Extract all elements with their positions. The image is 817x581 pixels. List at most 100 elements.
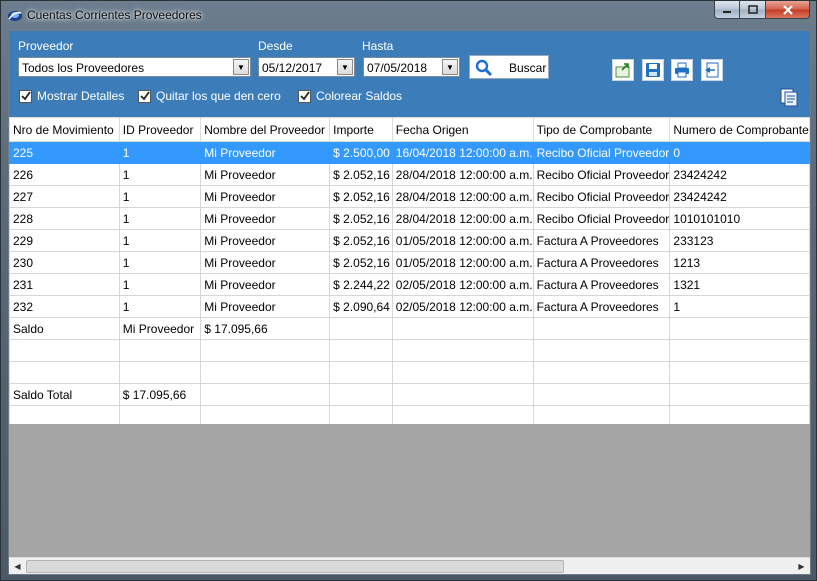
column-header[interactable]: Numero de Comprobante — [669, 117, 810, 142]
title-bar[interactable]: Cuentas Corrientes Proveedores — [1, 1, 816, 29]
table-cell[interactable]: $ 2.244,22 — [329, 273, 393, 296]
chevron-down-icon[interactable]: ▼ — [337, 59, 353, 75]
table-row[interactable]: 232 1 Mi Proveedor $ 2.090,64 02/05/2018 12:… — [9, 295, 810, 318]
table-cell[interactable]: $ 2.052,16 — [329, 251, 393, 274]
table-cell[interactable]: Mi Proveedor — [200, 207, 331, 230]
maximize-button[interactable] — [740, 1, 766, 19]
table-row[interactable]: 229 1 Mi Proveedor $ 2.052,16 01/05/2018 12:… — [9, 229, 810, 252]
movements-grid[interactable]: Nro de Movimiento ID Proveedor Nombre de… — [9, 117, 810, 424]
print-button[interactable] — [671, 59, 693, 81]
table-cell[interactable] — [532, 339, 671, 362]
table-cell[interactable]: $ 2.090,64 — [329, 295, 393, 318]
table-cell[interactable]: 28/04/2018 12:00:00 a.m. — [391, 185, 534, 208]
table-cell[interactable]: Factura A Proveedores — [532, 229, 671, 252]
option-colorear-saldos[interactable]: Colorear Saldos — [298, 89, 402, 103]
table-cell[interactable] — [118, 339, 202, 362]
column-header[interactable]: Nro de Movimiento — [9, 117, 120, 142]
table-cell[interactable]: $ 2.052,16 — [329, 207, 393, 230]
minimize-button[interactable] — [714, 1, 740, 19]
table-cell[interactable]: 28/04/2018 12:00:00 a.m. — [391, 207, 534, 230]
document-button[interactable] — [701, 59, 723, 81]
table-cell[interactable] — [200, 383, 331, 406]
table-cell[interactable] — [329, 405, 393, 424]
table-cell[interactable]: Mi Proveedor — [200, 141, 331, 164]
table-cell[interactable]: Saldo — [9, 317, 120, 340]
table-cell[interactable]: $ 2.500,00 — [329, 141, 393, 164]
table-cell[interactable] — [329, 383, 393, 406]
table-cell[interactable]: 226 — [9, 163, 120, 186]
checkbox[interactable] — [19, 89, 32, 103]
chevron-down-icon[interactable]: ▼ — [233, 59, 249, 75]
desde-date-picker[interactable]: 05/12/2017 ▼ — [258, 57, 355, 77]
table-cell[interactable]: 02/05/2018 12:00:00 a.m. — [391, 295, 534, 318]
table-cell[interactable] — [669, 339, 810, 362]
horizontal-scrollbar[interactable]: ◀ ▶ — [9, 557, 810, 574]
scroll-right-icon[interactable]: ▶ — [793, 558, 810, 575]
table-cell[interactable]: 231 — [9, 273, 120, 296]
scrollbar-thumb[interactable] — [26, 560, 564, 573]
table-cell[interactable] — [329, 361, 393, 384]
table-cell[interactable]: 227 — [9, 185, 120, 208]
table-cell[interactable] — [118, 405, 202, 424]
hasta-date-picker[interactable]: 07/05/2018 ▼ — [363, 57, 460, 77]
table-cell[interactable] — [118, 361, 202, 384]
table-cell[interactable]: 1 — [118, 251, 202, 274]
table-cell[interactable] — [329, 339, 393, 362]
table-cell[interactable]: Factura A Proveedores — [532, 273, 671, 296]
table-cell[interactable] — [532, 361, 671, 384]
table-cell[interactable]: 232 — [9, 295, 120, 318]
table-row[interactable] — [9, 405, 810, 424]
table-cell[interactable] — [391, 339, 534, 362]
search-button[interactable]: Buscar — [469, 55, 549, 79]
table-cell[interactable]: $ 17.095,66 — [118, 383, 202, 406]
table-cell[interactable] — [391, 317, 534, 340]
table-cell[interactable]: Recibo Oficial Proveedor — [532, 185, 671, 208]
table-cell[interactable]: 1321 — [669, 273, 810, 296]
table-cell[interactable]: 01/05/2018 12:00:00 a.m. — [391, 251, 534, 274]
table-cell[interactable]: Saldo Total — [9, 383, 120, 406]
table-cell[interactable] — [669, 405, 810, 424]
table-cell[interactable]: 233123 — [669, 229, 810, 252]
table-cell[interactable] — [669, 383, 810, 406]
table-cell[interactable] — [200, 339, 331, 362]
chevron-down-icon[interactable]: ▼ — [442, 59, 458, 75]
table-cell[interactable]: 28/04/2018 12:00:00 a.m. — [391, 163, 534, 186]
table-cell[interactable]: 1 — [669, 295, 810, 318]
option-quitar-cero[interactable]: Quitar los que den cero — [138, 89, 281, 103]
table-row[interactable]: 225 1 Mi Proveedor $ 2.500,00 16/04/2018 12:… — [9, 141, 810, 164]
column-header[interactable]: Importe — [329, 117, 393, 142]
table-cell[interactable] — [391, 383, 534, 406]
table-cell[interactable]: 1 — [118, 229, 202, 252]
table-cell[interactable] — [9, 339, 120, 362]
table-cell[interactable]: 0 — [669, 141, 810, 164]
table-cell[interactable]: Factura A Proveedores — [532, 295, 671, 318]
checkbox[interactable] — [298, 89, 311, 103]
table-cell[interactable] — [532, 383, 671, 406]
table-cell[interactable]: Mi Proveedor — [200, 163, 331, 186]
table-row[interactable]: 226 1 Mi Proveedor $ 2.052,16 28/04/2018 12:… — [9, 163, 810, 186]
table-cell[interactable]: $ 2.052,16 — [329, 185, 393, 208]
table-cell[interactable] — [200, 361, 331, 384]
table-cell[interactable]: 1 — [118, 185, 202, 208]
table-cell[interactable]: $ 2.052,16 — [329, 229, 393, 252]
table-row[interactable]: Saldo Mi Proveedor $ 17.095,66 — [9, 317, 810, 340]
table-cell[interactable]: Mi Proveedor — [200, 251, 331, 274]
column-header[interactable]: Nombre del Proveedor — [200, 117, 331, 142]
table-cell[interactable] — [9, 361, 120, 384]
table-cell[interactable]: 1213 — [669, 251, 810, 274]
table-cell[interactable]: $ 17.095,66 — [200, 317, 331, 340]
table-cell[interactable] — [532, 317, 671, 340]
table-cell[interactable]: 225 — [9, 141, 120, 164]
table-cell[interactable]: 1 — [118, 273, 202, 296]
table-cell[interactable] — [669, 361, 810, 384]
export-excel-button[interactable] — [612, 59, 634, 81]
table-cell[interactable]: 23424242 — [669, 163, 810, 186]
table-cell[interactable]: Recibo Oficial Proveedor — [532, 207, 671, 230]
table-row[interactable]: 231 1 Mi Proveedor $ 2.244,22 02/05/2018 12:… — [9, 273, 810, 296]
table-cell[interactable]: 01/05/2018 12:00:00 a.m. — [391, 229, 534, 252]
copy-pages-icon[interactable] — [779, 87, 801, 109]
table-row[interactable] — [9, 339, 810, 362]
table-row[interactable]: 228 1 Mi Proveedor $ 2.052,16 28/04/2018 12:… — [9, 207, 810, 230]
table-row[interactable]: Saldo Total $ 17.095,66 — [9, 383, 810, 406]
column-header[interactable]: Fecha Origen — [391, 117, 534, 142]
